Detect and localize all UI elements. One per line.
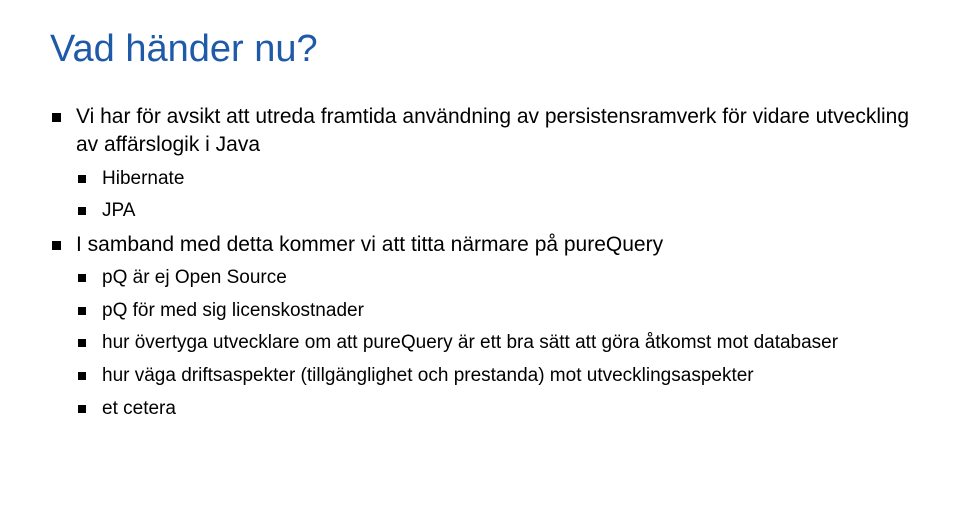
list-item: I samband med detta kommer vi att titta … — [50, 231, 909, 422]
bullet-text: I samband med detta kommer vi att titta … — [76, 233, 663, 256]
list-item: Vi har för avsikt att utreda framtida an… — [50, 103, 909, 225]
bullet-text: et cetera — [102, 398, 176, 419]
slide: Vad händer nu? Vi har för avsikt att utr… — [0, 0, 959, 531]
list-item: Hibernate — [76, 166, 909, 193]
bullet-text: Vi har för avsikt att utreda framtida an… — [76, 105, 909, 156]
bullet-list-level2: pQ är ej Open Source pQ för med sig lice… — [76, 265, 909, 422]
bullet-text: pQ för med sig licenskostnader — [102, 300, 364, 321]
list-item: hur väga driftsaspekter (tillgänglighet … — [76, 363, 909, 390]
list-item: et cetera — [76, 396, 909, 423]
bullet-text: hur väga driftsaspekter (tillgänglighet … — [102, 365, 754, 386]
bullet-text: JPA — [102, 200, 135, 221]
list-item: JPA — [76, 198, 909, 225]
bullet-list-level1: Vi har för avsikt att utreda framtida an… — [50, 103, 909, 422]
list-item: pQ är ej Open Source — [76, 265, 909, 292]
bullet-text: Hibernate — [102, 168, 184, 189]
bullet-list-level2: Hibernate JPA — [76, 166, 909, 225]
bullet-text: hur övertyga utvecklare om att pureQuery… — [102, 332, 838, 353]
list-item: pQ för med sig licenskostnader — [76, 298, 909, 325]
slide-title: Vad händer nu? — [50, 28, 909, 71]
list-item: hur övertyga utvecklare om att pureQuery… — [76, 330, 909, 357]
bullet-text: pQ är ej Open Source — [102, 267, 287, 288]
